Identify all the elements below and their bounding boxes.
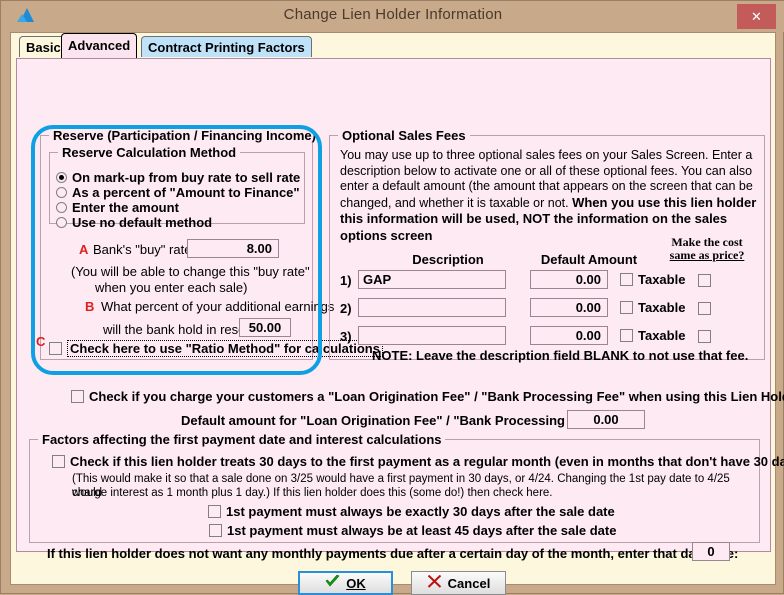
at-least-45-days-checkbox-row[interactable]: 1st payment must always be at least 45 d… bbox=[209, 523, 616, 538]
tab-strip: Basic Contract Printing Factors Advanced bbox=[11, 33, 775, 58]
checkbox-icon[interactable] bbox=[698, 302, 711, 315]
fee-row-number: 2) bbox=[340, 301, 352, 316]
fee-description-input-3[interactable] bbox=[358, 326, 506, 345]
reserve-calculation-method-group: Reserve Calculation Method On mark-up fr… bbox=[49, 145, 305, 230]
close-icon[interactable]: ✕ bbox=[737, 4, 776, 29]
loan-origination-default-input[interactable]: 0.00 bbox=[567, 410, 645, 429]
cancel-button[interactable]: Cancel bbox=[411, 571, 506, 595]
fees-description-paragraph: You may use up to three optional sales f… bbox=[340, 148, 758, 244]
tab-advanced[interactable]: Advanced bbox=[61, 33, 138, 58]
fee-amount-input-2[interactable]: 0.00 bbox=[530, 298, 608, 317]
fee-row-number: 3) bbox=[340, 329, 352, 344]
marker-c: C bbox=[36, 334, 46, 349]
cost-header-line1: Make the cost bbox=[671, 235, 743, 249]
fees-note: NOTE: Leave the description field BLANK … bbox=[372, 348, 749, 363]
exactly-30-days-checkbox-row[interactable]: 1st payment must always be exactly 30 da… bbox=[208, 504, 615, 519]
fee-taxable-row-1[interactable]: Taxable bbox=[620, 272, 685, 287]
fee-amount-input-3[interactable]: 0.00 bbox=[530, 326, 608, 345]
checkbox-icon[interactable] bbox=[620, 329, 633, 342]
reserve-group: Reserve (Participation / Financing Incom… bbox=[36, 128, 383, 360]
fee-description-input-2[interactable] bbox=[358, 298, 506, 317]
ok-button[interactable]: OK bbox=[298, 571, 393, 595]
dialog-window: Change Lien Holder Information ✕ Basic C… bbox=[0, 0, 784, 595]
reserve-method-title: Reserve Calculation Method bbox=[58, 145, 241, 160]
checkbox-icon[interactable] bbox=[698, 274, 711, 287]
buy-rate-label: Bank's "buy" rate: bbox=[93, 242, 196, 257]
radio-icon bbox=[56, 217, 67, 228]
fee-row-number: 1) bbox=[340, 273, 352, 288]
radio-percent-amount-to-finance[interactable]: As a percent of "Amount to Finance" bbox=[56, 186, 300, 200]
fee-cost-same-as-price-2[interactable] bbox=[698, 300, 711, 318]
tab-contract-printing-factors[interactable]: Contract Printing Factors bbox=[141, 36, 312, 57]
radio-markup-buy-to-sell[interactable]: On mark-up from buy rate to sell rate bbox=[56, 171, 300, 185]
taxable-label: Taxable bbox=[638, 272, 686, 287]
column-header-default-amount: Default Amount bbox=[540, 252, 638, 267]
fee-cost-same-as-price-3[interactable] bbox=[698, 328, 711, 346]
checkbox-icon[interactable] bbox=[208, 505, 221, 518]
cancel-button-label: Cancel bbox=[447, 575, 491, 591]
checkbox-icon[interactable] bbox=[52, 455, 65, 468]
advanced-panel: Reserve (Participation / Financing Incom… bbox=[16, 58, 784, 561]
radio-label: Use no default method bbox=[72, 215, 213, 230]
loan-origination-fee-label: Check if you charge your customers a "Lo… bbox=[89, 389, 784, 404]
fee-description-input-1[interactable]: GAP bbox=[358, 270, 506, 289]
reserve-group-title: Reserve (Participation / Financing Incom… bbox=[49, 128, 320, 143]
radio-use-no-default-method[interactable]: Use no default method bbox=[56, 216, 212, 230]
reserve-percent-line1: What percent of your additional earnings bbox=[101, 299, 335, 314]
radio-label: On mark-up from buy rate to sell rate bbox=[72, 170, 301, 185]
radio-label: Enter the amount bbox=[72, 200, 179, 215]
fee-cost-same-as-price-1[interactable] bbox=[698, 272, 711, 290]
column-header-description: Description bbox=[412, 252, 484, 267]
treat-30-days-checkbox-row[interactable]: Check if this lien holder treats 30 days… bbox=[52, 454, 784, 469]
buy-rate-input[interactable]: 8.00 bbox=[187, 239, 279, 258]
title-bar: Change Lien Holder Information ✕ bbox=[1, 1, 784, 32]
page-title: Change Lien Holder Information bbox=[283, 6, 503, 23]
radio-enter-the-amount[interactable]: Enter the amount bbox=[56, 201, 179, 215]
checkbox-icon[interactable] bbox=[209, 524, 222, 537]
taxable-label: Taxable bbox=[638, 300, 686, 315]
ok-button-label: OK bbox=[346, 575, 366, 591]
treat-30-days-label: Check if this lien holder treats 30 days… bbox=[70, 454, 784, 469]
at-least-45-days-label: 1st payment must always be at least 45 d… bbox=[227, 523, 617, 538]
loan-origination-fee-checkbox-row[interactable]: Check if you charge your customers a "Lo… bbox=[71, 389, 784, 404]
checkbox-icon[interactable] bbox=[49, 342, 62, 355]
radio-icon bbox=[56, 172, 67, 183]
make-cost-same-as-price-header: Make the cost same as price? bbox=[652, 236, 762, 262]
red-x-icon bbox=[427, 574, 442, 591]
monthly-payment-cutoff-label: If this lien holder does not want any mo… bbox=[47, 546, 739, 561]
fees-group-title: Optional Sales Fees bbox=[338, 128, 470, 143]
fee-amount-input-1[interactable]: 0.00 bbox=[530, 270, 608, 289]
radio-icon bbox=[56, 202, 67, 213]
checkbox-icon[interactable] bbox=[71, 390, 84, 403]
radio-icon bbox=[56, 187, 67, 198]
factors-group-title: Factors affecting the first payment date… bbox=[38, 432, 446, 447]
exactly-30-days-label: 1st payment must always be exactly 30 da… bbox=[226, 504, 615, 519]
fee-taxable-row-2[interactable]: Taxable bbox=[620, 300, 685, 315]
loan-origination-default-label: Default amount for "Loan Origination Fee… bbox=[181, 413, 606, 428]
cost-header-line2: same as price? bbox=[669, 248, 745, 262]
checkbox-icon[interactable] bbox=[620, 273, 633, 286]
optional-sales-fees-group: Optional Sales Fees You may use up to th… bbox=[329, 128, 765, 363]
green-check-icon bbox=[325, 574, 340, 591]
reserve-percent-input[interactable]: 50.00 bbox=[239, 318, 291, 337]
client-area: Basic Contract Printing Factors Advanced… bbox=[10, 32, 784, 595]
buy-rate-note-line2: when you enter each sale) bbox=[95, 280, 248, 295]
fee-taxable-row-3[interactable]: Taxable bbox=[620, 328, 685, 343]
marker-a: A bbox=[79, 242, 89, 257]
checkbox-icon[interactable] bbox=[620, 301, 633, 314]
taxable-label: Taxable bbox=[638, 328, 686, 343]
marker-b: B bbox=[85, 299, 95, 314]
radio-label: As a percent of "Amount to Finance" bbox=[72, 185, 300, 200]
factors-note-line2: charge interest as 1 month plus 1 day.) … bbox=[72, 487, 553, 499]
checkbox-icon[interactable] bbox=[698, 330, 711, 343]
buy-rate-note-line1: (You will be able to change this "buy ra… bbox=[71, 264, 310, 279]
monthly-payment-cutoff-input[interactable]: 0 bbox=[692, 542, 730, 561]
